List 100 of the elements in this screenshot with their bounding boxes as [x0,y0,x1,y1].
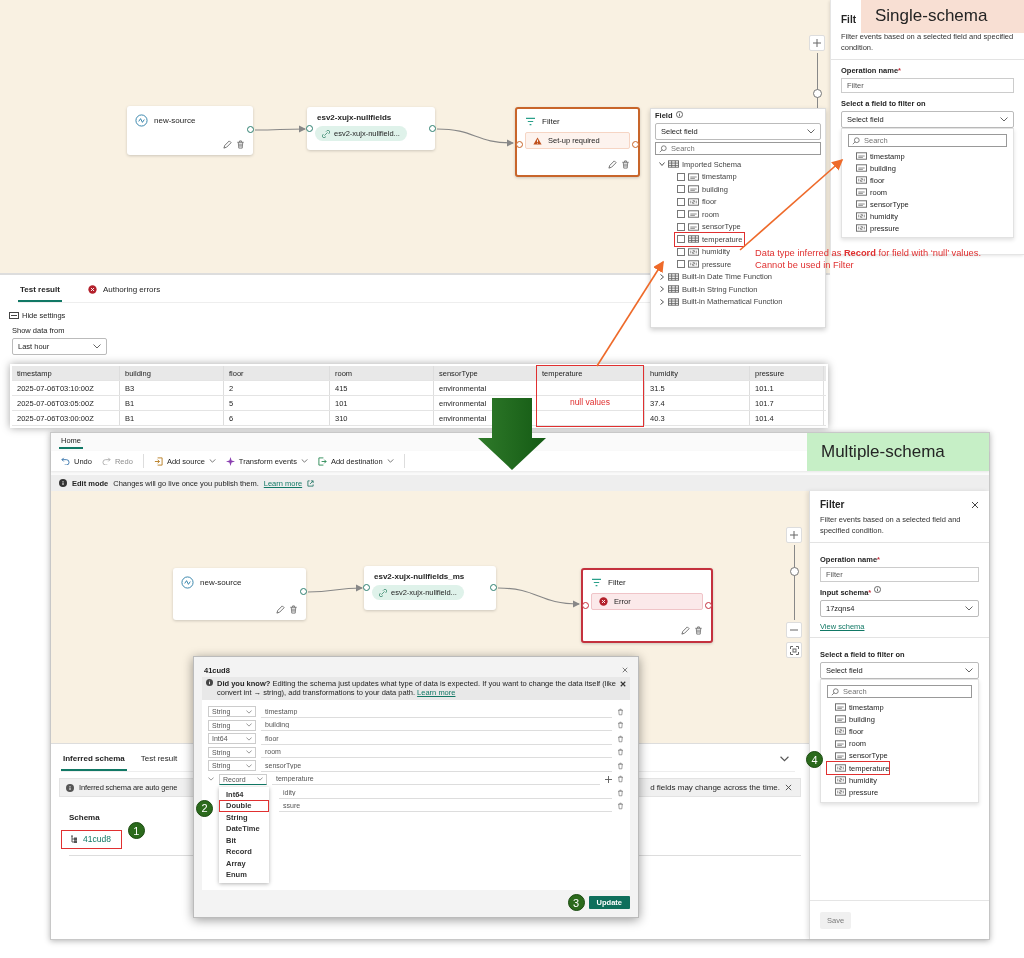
delete-icon[interactable] [617,748,624,756]
chevron-down-icon [246,763,252,768]
connector-arrow [307,584,364,593]
close-icon[interactable] [785,784,792,791]
info-message: d fields may change across the time. [650,783,780,792]
fit-view-icon [789,645,799,655]
fit-view-button[interactable] [786,642,802,658]
search-icon [852,136,860,145]
port-handle[interactable] [705,602,712,609]
tab[interactable]: Test result [18,281,62,302]
checkbox[interactable] [677,197,685,206]
delete-icon[interactable] [617,802,624,810]
table-icon [668,160,679,169]
section-heading: Schema [69,813,100,822]
close-icon[interactable] [971,500,979,509]
edit-icon[interactable] [276,605,285,614]
flow-node[interactable]: new-source [127,106,253,155]
delete-icon[interactable] [236,140,245,149]
import-icon [153,456,163,466]
checkbox[interactable] [677,235,685,244]
plus-icon[interactable] [605,775,612,783]
hierarchy-icon [70,835,78,843]
checkbox[interactable] [677,185,685,194]
port-handle[interactable] [490,584,497,591]
delete-icon[interactable] [694,626,703,635]
delete-icon[interactable] [289,605,298,614]
chevron-down-icon [246,750,252,754]
tab[interactable]: Test result [138,750,180,771]
close-icon[interactable] [620,681,626,687]
node-title: new-source [200,578,242,587]
minus-icon [790,626,798,634]
edit-icon[interactable] [223,140,232,149]
chevron-down-icon [659,161,665,168]
delete-icon[interactable] [621,160,630,169]
search-icon [659,144,667,153]
delete-icon[interactable] [617,707,624,716]
slider-thumb[interactable] [812,88,822,98]
chevron-down-icon [807,129,815,134]
connector-arrow [254,125,307,133]
tab[interactable]: Inferred schema [61,750,127,771]
slider-thumb[interactable] [789,567,799,576]
port-handle[interactable] [247,126,254,133]
chevron-down-icon [257,777,263,781]
node-title: Filter [542,117,560,126]
tab[interactable]: Authoring errors [85,281,163,302]
table-icon [668,297,679,306]
chevron-down-icon [965,668,973,673]
chevron-down-icon [93,344,101,349]
info-icon [59,479,67,487]
external-link-icon [307,479,315,487]
sparkle-icon [225,456,235,466]
edit-icon[interactable] [608,160,617,169]
section-label: Single-schema [861,0,1024,33]
undo-icon [61,457,70,465]
chevron-down-icon [1000,117,1008,122]
info-icon [874,586,882,593]
chevron-down-icon[interactable] [780,756,789,762]
checkbox[interactable] [677,222,685,231]
chevron-down-icon [965,606,973,611]
flow-node[interactable]: new-source [173,568,306,620]
step-number-badge: 2 [196,799,213,817]
port-handle[interactable] [582,602,589,609]
info-icon [206,679,213,686]
link-icon [322,129,330,138]
checkbox[interactable] [677,172,685,181]
plus-icon [790,531,798,539]
schema-link[interactable]: 41cud8 [61,830,122,849]
chevron-down-icon [300,459,308,463]
port-handle[interactable] [429,125,436,132]
source-icon [135,114,148,127]
warning-icon [533,136,542,145]
delete-icon[interactable] [617,721,624,729]
source-icon [181,576,194,589]
export-icon [317,456,327,466]
step-number-badge: 1 [127,822,145,839]
checkbox[interactable] [677,210,685,219]
delete-icon[interactable] [617,761,624,770]
chevron-down-icon [386,459,394,463]
chevron-down-icon [246,723,252,727]
port-handle[interactable] [306,125,313,132]
delete-icon[interactable] [617,775,624,783]
checkbox[interactable] [677,260,685,269]
node-title: esv2-xujx-nullfields_ms [374,572,466,581]
zoom-in-button[interactable] [786,527,802,543]
info-icon [675,111,683,118]
panel-title: Filter [820,499,845,510]
port-handle[interactable] [632,141,639,148]
panel-title: Filt [841,14,856,25]
error-icon [599,597,608,606]
checkbox[interactable] [677,247,685,256]
search-icon [831,687,839,696]
edit-icon[interactable] [681,626,690,635]
chevron-down-icon [246,736,252,741]
port-handle[interactable] [300,588,307,595]
delete-icon[interactable] [617,788,624,797]
port-handle[interactable] [363,584,370,591]
zoom-in-button[interactable] [809,35,825,51]
port-handle[interactable] [516,141,523,148]
delete-icon[interactable] [617,734,624,743]
info-icon [66,783,74,792]
